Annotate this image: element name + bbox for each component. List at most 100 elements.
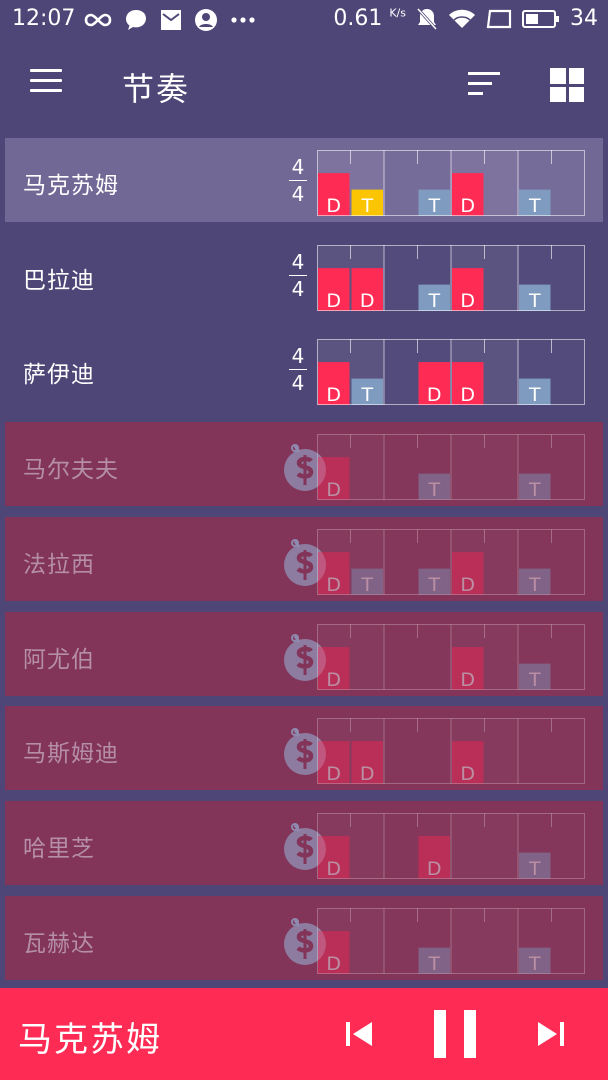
sort-button[interactable] (468, 70, 504, 100)
rhythm-row[interactable]: 巴拉迪 4 4 D D T D T (5, 233, 603, 317)
rhythm-row[interactable]: 法拉西 D T T D T (5, 516, 603, 601)
rhythm-row[interactable]: 马克苏姆 4 4 D T T D T (5, 138, 603, 222)
beat-label: T (427, 479, 440, 500)
beat-label: T (528, 858, 541, 879)
time-signature-denominator: 4 (291, 276, 305, 301)
mail-icon (161, 10, 181, 30)
beat-label: T (427, 574, 440, 595)
beat-label: D (326, 858, 341, 879)
beat-label: T (528, 195, 541, 216)
beat-label: D (326, 195, 341, 216)
rhythm-name: 萨伊迪 (23, 362, 95, 389)
time-signature: 44 (287, 343, 309, 396)
beat-label: T (360, 195, 373, 216)
time-signature-denominator: 4 (291, 182, 305, 206)
beat-label: T (528, 574, 541, 595)
bell-off-icon (416, 7, 438, 30)
beat-label: D (360, 763, 375, 784)
beat-label: D (326, 953, 341, 974)
status-time: 12:07 (12, 6, 76, 31)
grid-view-button[interactable] (550, 68, 584, 102)
player-bar: 马克苏姆 (0, 988, 608, 1080)
more-dots-icon (231, 17, 255, 23)
menu-button[interactable] (28, 68, 64, 98)
beat-label: T (427, 195, 440, 216)
infinity-icon (84, 13, 112, 27)
beat-label: T (528, 479, 541, 500)
rhythm-pattern-graphic: DDT (317, 623, 585, 690)
rhythm-pattern: DDTDT (317, 244, 585, 311)
chat-bubble-icon (126, 10, 146, 30)
rhythm-name: 阿尤伯 (23, 646, 95, 673)
time-signature-numerator: 4 (291, 344, 305, 369)
network-speed: 0.61 (333, 6, 383, 31)
rhythm-name: 瓦赫达 (23, 930, 95, 957)
rhythm-row[interactable]: 马斯姆迪 D D D (5, 706, 603, 791)
page-title: 节奏 (122, 70, 191, 108)
previous-icon[interactable] (344, 1020, 374, 1048)
rhythm-row[interactable]: 阿尤伯 D D T (5, 611, 603, 696)
beat-label: D (460, 384, 475, 405)
rhythm-row[interactable]: 萨伊迪 4 4 D T D D T (5, 327, 603, 411)
beat-label: D (460, 290, 475, 311)
beat-label: D (326, 669, 341, 690)
rhythm-pattern: DDT (317, 812, 585, 879)
next-icon[interactable] (536, 1020, 566, 1048)
rhythm-pattern-graphic: DTTDT (317, 528, 585, 595)
rhythm-pattern-graphic: DTDDT (317, 339, 585, 406)
rhythm-pattern: DTT (317, 434, 585, 501)
beat-label: D (460, 195, 475, 216)
sort-icon (468, 72, 500, 75)
time-signature: 44 (287, 249, 309, 302)
rhythm-row[interactable]: 马尔夫夫 D T T (5, 422, 603, 507)
rhythm-pattern: DDD (317, 718, 585, 785)
rhythm-pattern: DTTDT (317, 528, 585, 595)
beat-label: T (360, 384, 373, 405)
time-signature-denominator: 4 (291, 371, 305, 396)
rhythm-name: 法拉西 (23, 551, 95, 578)
beat-label: D (326, 763, 341, 784)
wifi-icon (449, 9, 475, 28)
beat-label: D (427, 384, 442, 405)
beat-label: D (360, 290, 375, 311)
account-icon (195, 9, 217, 31)
rhythm-pattern: DTTDT (317, 150, 585, 216)
beat-label: T (427, 290, 440, 311)
rhythm-pattern-graphic: DDT (317, 812, 585, 879)
rhythm-pattern-graphic: DDD (317, 718, 585, 785)
beat-label: D (460, 669, 475, 690)
rhythm-pattern-graphic: DTT (317, 434, 585, 501)
battery-icon (522, 9, 559, 28)
battery-level: 34 (570, 6, 598, 31)
rhythm-row[interactable]: 瓦赫达 D T T (5, 895, 603, 980)
status-bar: 12:07 0.61 K/s 34 (0, 0, 608, 38)
rhythm-pattern-graphic: DTTDT (317, 150, 585, 216)
rhythm-row[interactable]: 哈里芝 D D T (5, 800, 603, 885)
rhythm-pattern: DDT (317, 623, 585, 690)
now-playing-title: 马克苏姆 (18, 1020, 162, 1060)
beat-label: D (326, 290, 341, 311)
rhythm-pattern-graphic: DTT (317, 907, 585, 974)
rhythm-name: 马斯姆迪 (23, 741, 119, 768)
rhythm-pattern-graphic: DDTDT (317, 244, 585, 311)
beat-label: D (326, 574, 341, 595)
beat-label: T (528, 953, 541, 974)
beat-label: T (427, 953, 440, 974)
time-signature-numerator: 4 (291, 249, 305, 274)
network-speed-unit: K/s (389, 6, 406, 20)
rhythm-name: 巴拉迪 (23, 267, 95, 294)
beat-label: T (528, 290, 541, 311)
menu-icon (30, 69, 62, 72)
beat-label: T (528, 669, 541, 690)
beat-label: T (528, 384, 541, 405)
rhythm-name: 马克苏姆 (23, 173, 119, 199)
time-signature-numerator: 4 (291, 155, 305, 179)
time-signature: 44 (287, 154, 309, 207)
beat-label: T (360, 574, 373, 595)
rhythm-pattern: DTT (317, 907, 585, 974)
grid-icon (550, 68, 566, 84)
rhythm-name: 马尔夫夫 (23, 457, 119, 484)
beat-label: D (460, 763, 475, 784)
pause-icon[interactable] (432, 1008, 480, 1060)
beat-label: D (460, 574, 475, 595)
